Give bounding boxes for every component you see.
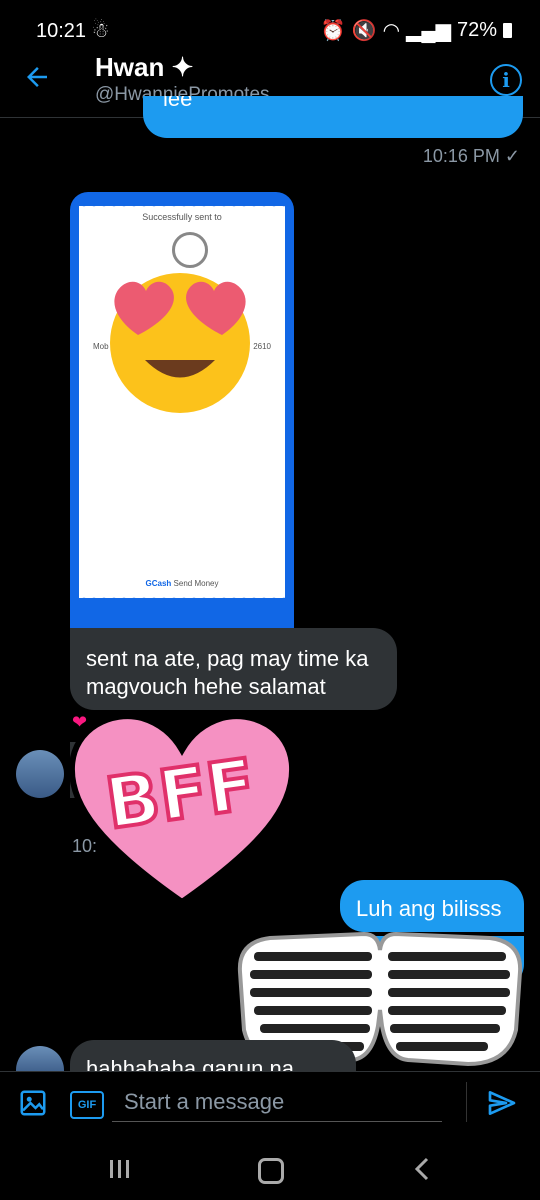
avatar[interactable] (16, 750, 64, 798)
alarm-icon: ⏰ (320, 20, 346, 42)
mute-icon: 🔇 (351, 20, 377, 42)
conversation-name[interactable]: Hwan ✦ (95, 52, 193, 83)
status-icons: ⏰ 🔇 ◠ ▂▄▆ 72% (321, 18, 512, 43)
signal-icon: ▂▄▆ (406, 20, 451, 42)
home-icon[interactable] (258, 1158, 284, 1184)
notification-icon: ☃ (91, 20, 110, 42)
incoming-message[interactable]: hahhahaha ganun na (70, 1040, 356, 1072)
incoming-message[interactable]: sent na ate, pag may time ka magvouch he… (70, 628, 397, 710)
gif-icon[interactable]: GIF (70, 1091, 104, 1119)
bff-heart-sticker: BFF (68, 713, 296, 906)
recent-apps-icon[interactable] (106, 1158, 134, 1180)
outgoing-message[interactable]: lee (143, 96, 523, 138)
battery-percent: 72% (456, 19, 497, 41)
wifi-icon: ◠ (382, 20, 401, 42)
message-input[interactable]: Start a message (112, 1082, 442, 1122)
battery-icon (503, 23, 512, 38)
timestamp: 10:16 PM ✓ (422, 146, 520, 166)
composer-separator (466, 1082, 467, 1122)
back-nav-icon[interactable] (412, 1156, 432, 1182)
receipt-footer: GCash Send Money (145, 579, 219, 588)
image-icon[interactable] (18, 1088, 48, 1118)
heart-eyes-emoji-sticker (110, 273, 250, 413)
send-icon[interactable] (486, 1087, 518, 1119)
info-icon[interactable]: i (490, 64, 522, 96)
receipt-title: Successfully sent to (142, 212, 222, 222)
status-time: 10:21 ☃ (36, 20, 110, 42)
navigation-bar (0, 1136, 540, 1200)
outgoing-message[interactable]: Luh ang bilisss (340, 880, 524, 932)
profile-placeholder-icon (172, 232, 208, 268)
back-arrow-icon[interactable] (22, 62, 52, 92)
